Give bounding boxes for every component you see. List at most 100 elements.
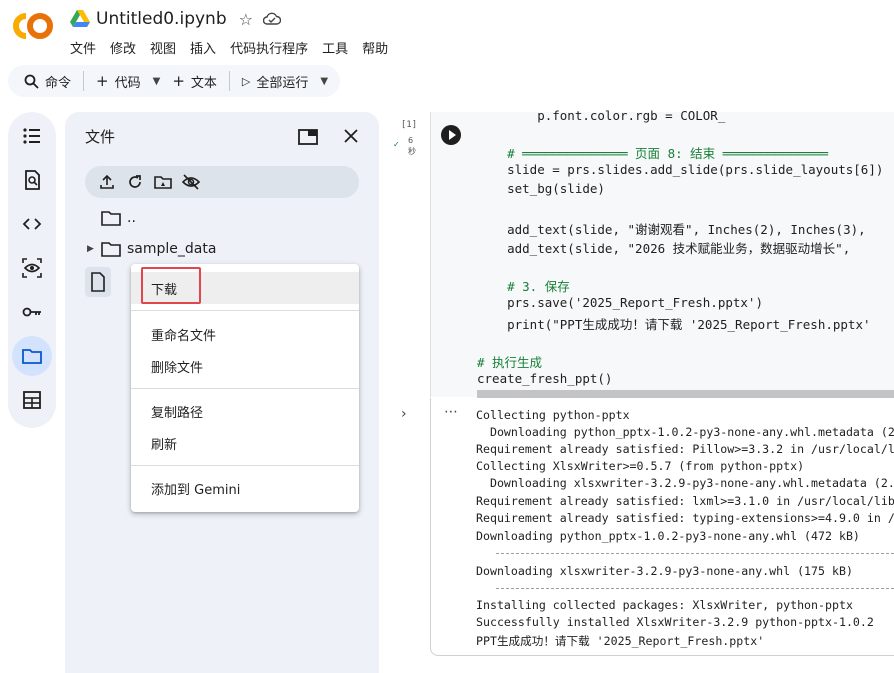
menu-item-label: 复制路径 bbox=[151, 405, 204, 421]
divider bbox=[131, 388, 359, 389]
code-line: # 3. 保存 bbox=[477, 279, 570, 294]
menu-help[interactable]: 帮助 bbox=[362, 38, 388, 57]
folder-icon bbox=[22, 349, 42, 364]
output-line: Collecting python-pptx bbox=[476, 408, 630, 422]
horizontal-scrollbar[interactable] bbox=[477, 390, 894, 398]
output-line: Successfully installed XlsxWriter-3.2.9 … bbox=[476, 615, 874, 629]
tree-item-sample-data[interactable]: ▶ sample_data bbox=[87, 235, 216, 263]
output-line: Downloading xlsxwriter-3.2.9-py3-none-an… bbox=[476, 476, 894, 490]
code-line: add_text(slide, "2026 技术赋能业务，数据驱动增长", bbox=[477, 241, 851, 256]
toc-button[interactable] bbox=[12, 116, 52, 156]
left-rail bbox=[8, 112, 56, 428]
divider bbox=[83, 71, 85, 91]
close-icon[interactable] bbox=[343, 128, 359, 144]
run-all-dropdown-icon[interactable]: ▼ bbox=[316, 76, 332, 87]
run-all-label: 全部运行 bbox=[256, 75, 309, 91]
plus-icon: + bbox=[172, 72, 185, 90]
code-label: 代码 bbox=[114, 75, 141, 91]
command-label: 命令 bbox=[45, 75, 72, 91]
drive-folder-icon bbox=[154, 176, 172, 189]
cell-execution-count: [1] bbox=[400, 120, 418, 130]
files-button[interactable] bbox=[12, 336, 52, 376]
code-line: create_fresh_ppt() bbox=[477, 371, 613, 386]
play-outline-icon: ▷ bbox=[241, 74, 251, 88]
variables-button[interactable] bbox=[12, 248, 52, 288]
cloud-saved-icon[interactable] bbox=[262, 12, 281, 26]
output-line: Downloading python_pptx-1.0.2-py3-none-a… bbox=[476, 425, 894, 439]
output-line: Requirement already satisfied: Pillow>=3… bbox=[476, 442, 894, 456]
code-brackets-icon bbox=[22, 218, 42, 230]
menu-runtime[interactable]: 代码执行程序 bbox=[230, 38, 308, 57]
document-search-icon bbox=[25, 170, 40, 190]
upload-button[interactable] bbox=[93, 168, 121, 196]
data-table-button[interactable] bbox=[12, 380, 52, 420]
new-tab-icon[interactable] bbox=[298, 128, 318, 146]
menu-item-rename[interactable]: 重命名文件 bbox=[131, 318, 359, 350]
menu-item-label: 刷新 bbox=[151, 437, 178, 453]
star-icon[interactable]: ☆ bbox=[239, 10, 253, 29]
secrets-button[interactable] bbox=[12, 292, 52, 332]
refresh-button[interactable] bbox=[121, 168, 149, 196]
add-text-button[interactable]: + 文本 bbox=[164, 65, 225, 97]
code-snippets-button[interactable] bbox=[12, 204, 52, 244]
chevron-right-icon[interactable]: › bbox=[401, 406, 407, 422]
menu-insert[interactable]: 插入 bbox=[190, 38, 216, 57]
file-icon bbox=[91, 272, 105, 292]
google-drive-icon[interactable] bbox=[70, 10, 90, 28]
expand-arrow-icon[interactable]: ▶ bbox=[87, 244, 101, 254]
run-cell-button[interactable] bbox=[441, 125, 461, 145]
run-all-button[interactable]: ▷ 全部运行 bbox=[234, 65, 316, 97]
menu-file[interactable]: 文件 bbox=[70, 38, 96, 57]
tree-item-label: .. bbox=[127, 210, 136, 226]
find-replace-button[interactable] bbox=[12, 160, 52, 200]
text-label: 文本 bbox=[190, 75, 217, 91]
tree-item-parent[interactable]: .. bbox=[87, 204, 136, 232]
menu-item-delete[interactable]: 删除文件 bbox=[131, 350, 359, 382]
menu-item-label: 删除文件 bbox=[151, 360, 204, 376]
search-icon bbox=[24, 74, 39, 89]
progress-bar-line bbox=[496, 588, 894, 589]
divider bbox=[228, 71, 230, 91]
add-code-button[interactable]: + 代码 bbox=[88, 65, 149, 97]
menu-item-refresh[interactable]: 刷新 bbox=[131, 427, 359, 459]
menu-item-label: 添加到 Gemini bbox=[151, 482, 241, 498]
code-line: set_bg(slide) bbox=[477, 181, 605, 196]
cell-time-unit: 秒 bbox=[408, 147, 416, 156]
menu-item-label: 重命名文件 bbox=[151, 328, 217, 344]
mount-drive-button[interactable] bbox=[149, 168, 177, 196]
eye-off-icon bbox=[182, 174, 200, 190]
code-line: slide = prs.slides.add_slide(prs.slide_l… bbox=[477, 162, 884, 177]
list-icon bbox=[23, 128, 40, 144]
menu-tools[interactable]: 工具 bbox=[322, 38, 348, 57]
menu-edit[interactable]: 修改 bbox=[110, 38, 136, 57]
files-panel-title: 文件 bbox=[85, 128, 116, 146]
divider bbox=[131, 310, 359, 311]
progress-bar-line bbox=[496, 553, 894, 554]
more-options-icon[interactable]: ⋯ bbox=[444, 404, 458, 420]
output-line: PPT生成成功！请下载 '2025_Report_Fresh.pptx' bbox=[476, 634, 765, 648]
notebook-title[interactable]: Untitled0.ipynb bbox=[96, 9, 227, 29]
output-line: Downloading python_pptx-1.0.2-py3-none-a… bbox=[476, 529, 860, 543]
files-action-bar bbox=[85, 166, 359, 198]
eye-scan-icon bbox=[22, 258, 42, 278]
toolbar: 命令 + 代码 ▼ + 文本 ▷ 全部运行 ▼ bbox=[8, 65, 341, 97]
folder-icon bbox=[101, 242, 121, 257]
command-palette-button[interactable]: 命令 bbox=[16, 65, 79, 97]
key-icon bbox=[22, 307, 41, 317]
code-line: print("PPT生成成功！请下载 '2025_Report_Fresh.pp… bbox=[477, 317, 871, 332]
code-dropdown-icon[interactable]: ▼ bbox=[149, 76, 165, 87]
menu-item-add-to-gemini[interactable]: 添加到 Gemini bbox=[131, 472, 359, 504]
menu-view[interactable]: 视图 bbox=[150, 38, 176, 57]
folder-icon bbox=[101, 211, 121, 226]
colab-logo bbox=[13, 13, 53, 40]
selected-file-row[interactable] bbox=[85, 267, 111, 297]
menu-item-copy-path[interactable]: 复制路径 bbox=[131, 395, 359, 427]
code-line: prs.save('2025_Report_Fresh.pptx') bbox=[477, 295, 763, 310]
code-line: # 执行生成 bbox=[477, 355, 543, 370]
menu-bar: 文件 修改 视图 插入 代码执行程序 工具 帮助 bbox=[70, 38, 402, 57]
output-line: Collecting XlsxWriter>=0.5.7 (from pytho… bbox=[476, 459, 805, 473]
plus-icon: + bbox=[96, 72, 109, 90]
toggle-hidden-files-button[interactable] bbox=[177, 168, 205, 196]
output-line: Requirement already satisfied: lxml>=3.1… bbox=[476, 494, 894, 508]
cell-exec-time: 6 秒 bbox=[408, 135, 416, 157]
